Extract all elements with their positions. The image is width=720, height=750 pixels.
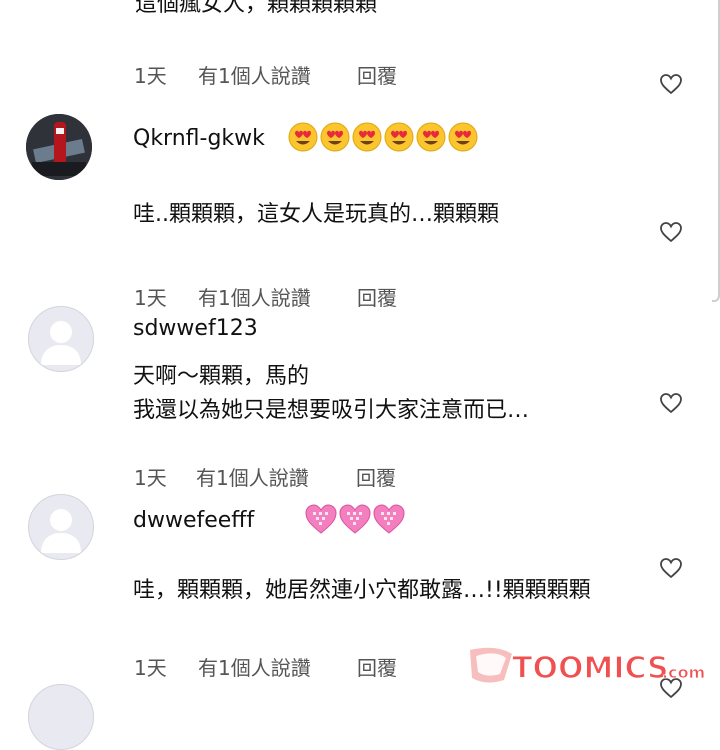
default-avatar-icon	[41, 509, 81, 553]
comment-username[interactable]: dwwefeefff	[133, 508, 254, 533]
default-avatar-icon	[41, 321, 81, 365]
comment-text-line: 我還以為她只是想要吸引大家注意而已…	[133, 398, 530, 423]
comment-text-cut: 這個瘋女人，顆顆顆顆顆	[135, 0, 378, 17]
comment-meta-row: 1天 有1個人說讚 回覆	[134, 282, 434, 311]
reply-button[interactable]: 回覆	[357, 60, 397, 89]
heart-eyes-emoji-icon	[416, 122, 446, 152]
heart-eyes-emoji-icon	[320, 122, 350, 152]
comment-time: 1天	[134, 286, 167, 310]
comment-text: 哇，顆顆顆，她居然連小穴都敢露…!!顆顆顆顆	[133, 578, 591, 603]
svg-text:.com: .com	[662, 663, 705, 682]
comment-time: 1天	[134, 656, 167, 680]
comment-like-count[interactable]: 有1個人說讚	[196, 462, 309, 491]
like-heart-icon[interactable]	[659, 72, 683, 96]
heart-eyes-emoji-icon	[288, 122, 318, 152]
pink-heart-emoji-icon	[373, 504, 405, 534]
comment-time: 1天	[134, 64, 167, 88]
emoji-group	[304, 503, 406, 535]
comment-like-count[interactable]: 有1個人說讚	[198, 282, 311, 311]
emoji-group	[288, 122, 478, 152]
avatar-photo	[26, 114, 92, 180]
comment-meta-row: 1天 有1個人說讚 回覆	[134, 60, 434, 89]
toomics-watermark-logo: TOOMICS .com	[470, 647, 706, 687]
scrollbar-track[interactable]	[712, 0, 720, 302]
comment-username[interactable]: Qkrnfl-gkwk	[133, 126, 265, 151]
comment-time: 1天	[134, 466, 167, 490]
like-heart-icon[interactable]	[659, 220, 683, 244]
comment-text-line: 天啊～顆顆，馬的	[133, 364, 310, 389]
pink-heart-emoji-icon	[305, 504, 337, 534]
reply-button[interactable]: 回覆	[357, 282, 397, 311]
comment-meta-row: 1天 有1個人說讚 回覆	[134, 652, 434, 681]
reply-button[interactable]: 回覆	[357, 652, 397, 681]
comment-username[interactable]: sdwwef123	[133, 316, 258, 341]
like-heart-icon[interactable]	[659, 391, 683, 415]
heart-eyes-emoji-icon	[448, 122, 478, 152]
comment-like-count[interactable]: 有1個人說讚	[198, 652, 311, 681]
comment-like-count[interactable]: 有1個人說讚	[198, 60, 311, 89]
avatar[interactable]	[28, 494, 94, 560]
avatar[interactable]	[26, 114, 92, 180]
heart-eyes-emoji-icon	[352, 122, 382, 152]
pink-heart-emoji-icon	[339, 504, 371, 534]
svg-text:TOOMICS: TOOMICS	[512, 651, 669, 686]
comment-meta-row: 1天 有1個人說讚 回覆	[134, 462, 434, 491]
reply-button[interactable]: 回覆	[356, 462, 396, 491]
comment-text: 哇..顆顆顆，這女人是玩真的…顆顆顆	[133, 202, 499, 227]
heart-eyes-emoji-icon	[384, 122, 414, 152]
like-heart-icon[interactable]	[659, 556, 683, 580]
avatar[interactable]	[28, 306, 94, 372]
avatar[interactable]	[28, 684, 94, 750]
